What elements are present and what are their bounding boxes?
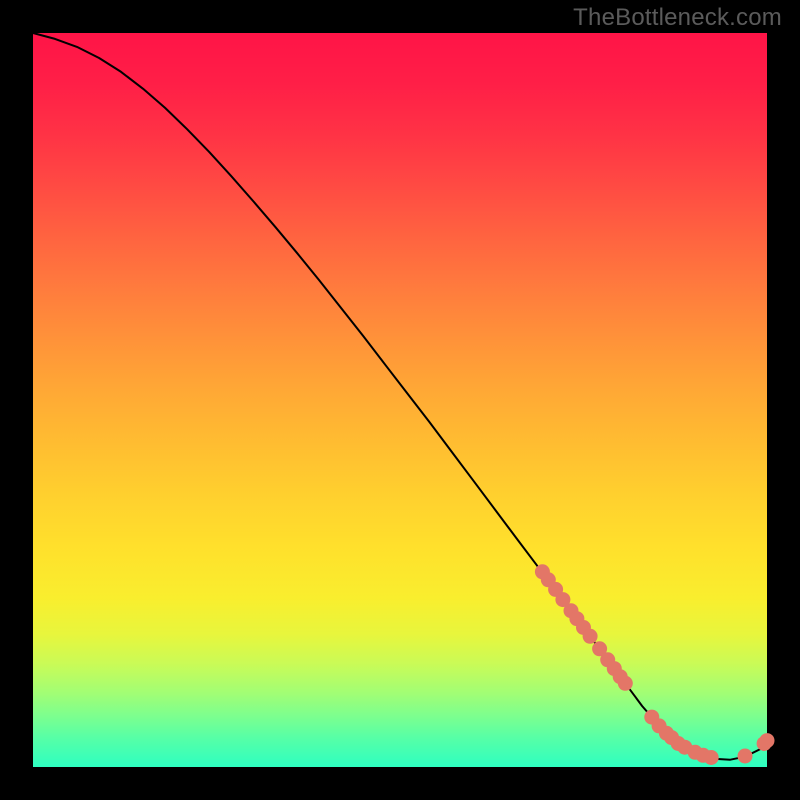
data-marker xyxy=(760,733,775,748)
data-marker xyxy=(738,749,753,764)
marker-layer xyxy=(535,564,775,765)
chart-overlay xyxy=(33,33,767,767)
bottleneck-curve-path xyxy=(33,33,767,760)
chart-frame: TheBottleneck.com xyxy=(0,0,800,800)
data-marker xyxy=(704,750,719,765)
watermark-label: TheBottleneck.com xyxy=(573,4,782,32)
data-marker xyxy=(583,629,598,644)
plot-area xyxy=(33,33,767,767)
data-marker xyxy=(618,676,633,691)
